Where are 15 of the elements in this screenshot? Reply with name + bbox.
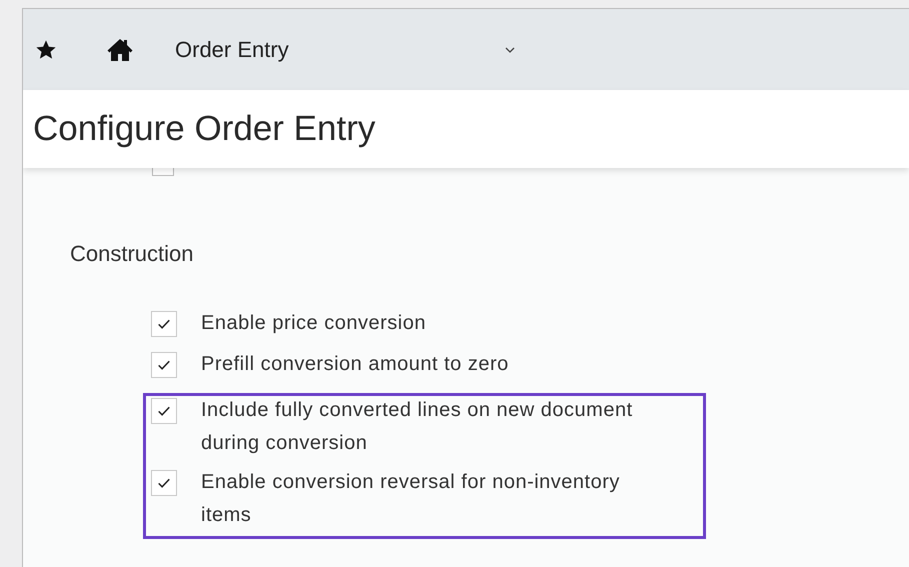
option-label: Enable conversion reversal for non-inventory items (201, 470, 621, 528)
caret-icon[interactable] (504, 46, 515, 52)
option-label: Include fully converted lines on new document during conversion (201, 398, 634, 456)
star-icon[interactable] (35, 38, 57, 60)
checkbox[interactable] (151, 470, 177, 496)
section-title: Construction (70, 241, 195, 267)
page-title: Configure Order Entry (33, 109, 376, 149)
home-icon[interactable] (107, 38, 133, 62)
checkbox[interactable] (151, 398, 177, 424)
checkbox[interactable] (151, 352, 177, 378)
option-label: Prefill conversion amount to zero (201, 352, 509, 377)
checkbox[interactable] (152, 168, 174, 176)
checkbox[interactable] (151, 311, 177, 337)
option-label: Enable price conversion (201, 311, 426, 336)
nav-title[interactable]: Order Entry (175, 36, 289, 62)
